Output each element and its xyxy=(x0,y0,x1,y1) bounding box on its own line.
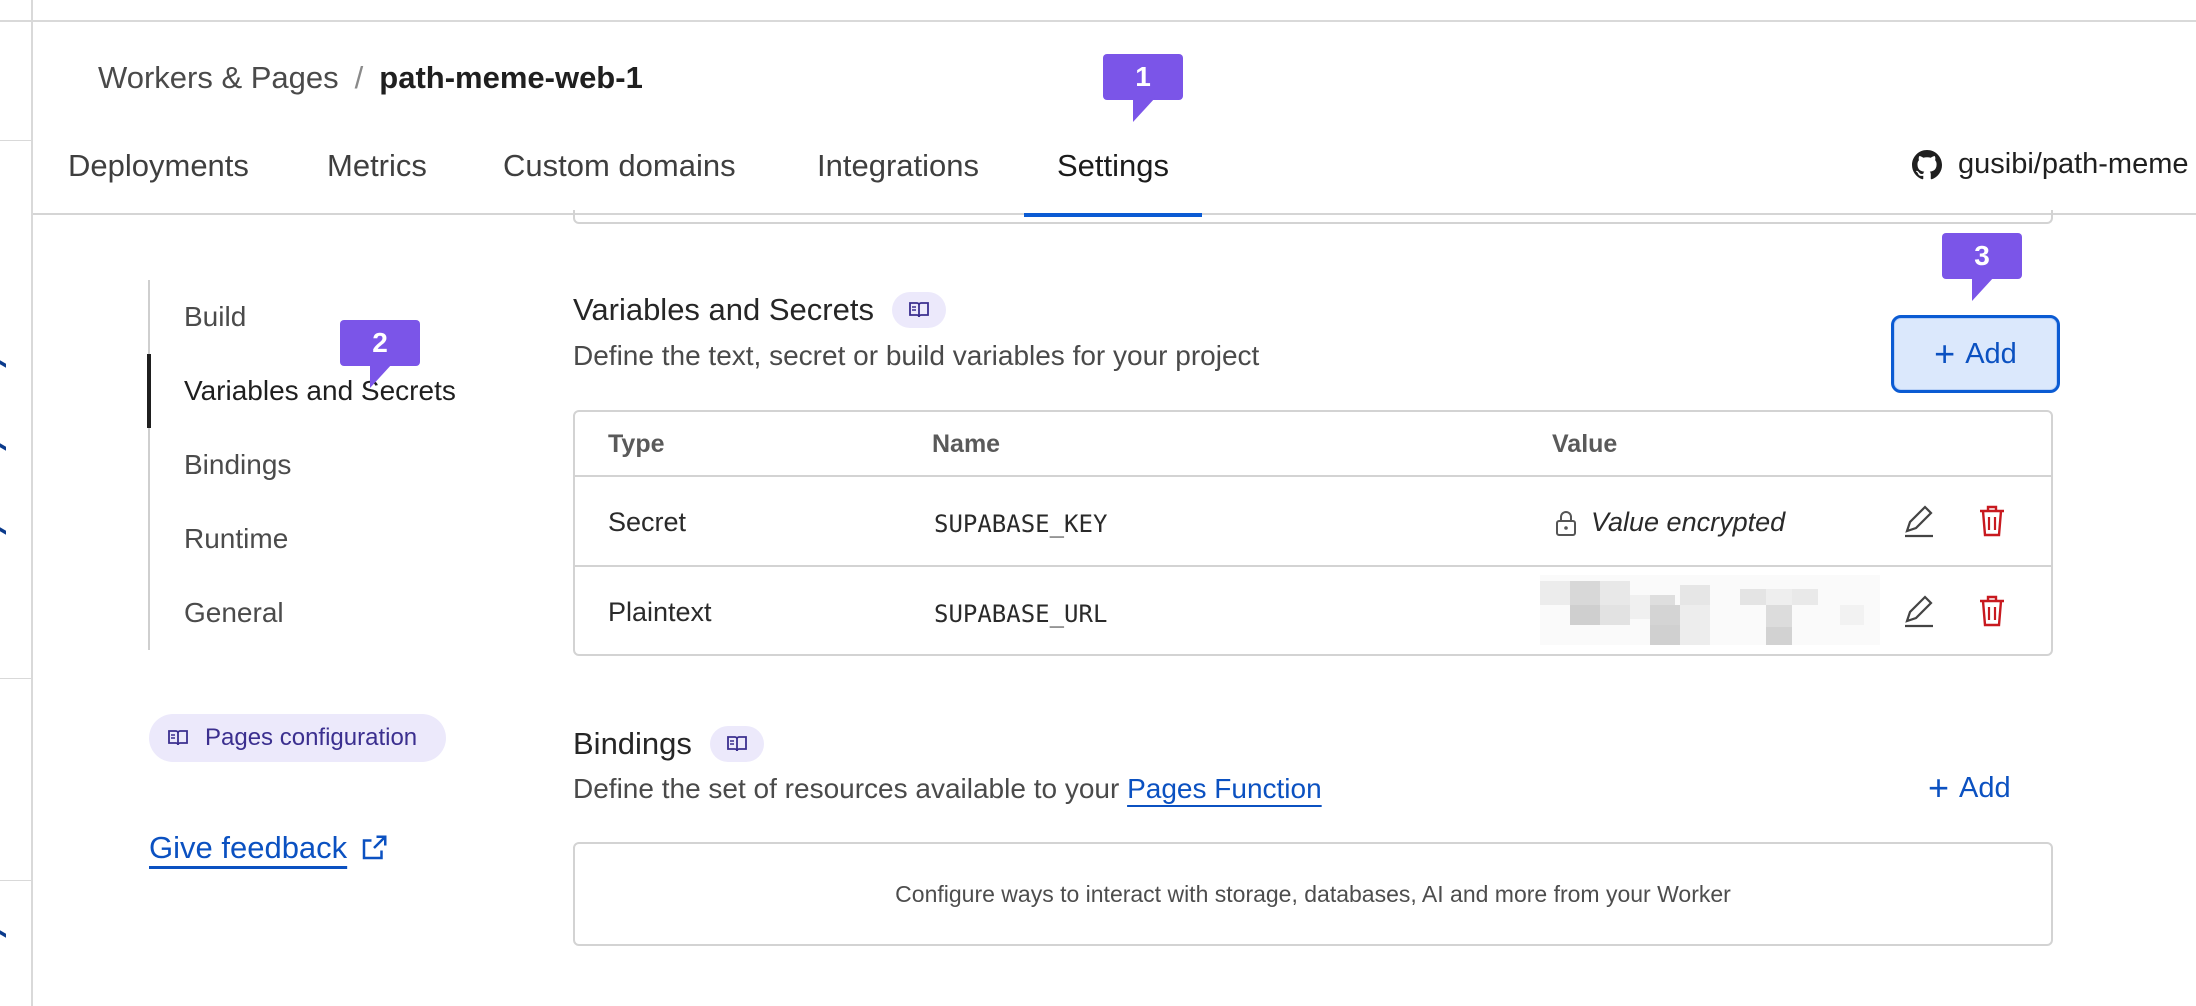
add-binding-button[interactable]: + Add xyxy=(1928,770,2011,806)
rail-nav-icon[interactable] xyxy=(0,527,6,535)
bindings-section-title: Bindings xyxy=(573,726,692,761)
external-link-icon xyxy=(362,835,387,860)
left-rail xyxy=(0,0,33,1006)
previous-section-card xyxy=(573,210,2053,224)
table-header: Type Name Value xyxy=(575,412,2051,477)
rail-nav-icon[interactable] xyxy=(0,443,6,451)
variables-section-title: Variables and Secrets xyxy=(573,292,874,327)
plus-icon: + xyxy=(1928,767,1950,808)
repo-link[interactable]: gusibi/path-meme xyxy=(1912,148,2189,181)
delete-icon[interactable] xyxy=(1977,593,2007,634)
breadcrumb-parent-link[interactable]: Workers & Pages xyxy=(98,60,339,96)
pages-configuration-label: Pages configuration xyxy=(205,724,418,751)
subnav-item-bindings[interactable]: Bindings xyxy=(184,449,291,481)
tab-bar: Deployments Metrics Custom domains Integ… xyxy=(33,140,2196,217)
add-variable-button[interactable]: + Add xyxy=(1891,315,2060,393)
bindings-docs-button[interactable] xyxy=(709,726,764,762)
bindings-empty-state: Configure ways to interact with storage,… xyxy=(573,842,2053,946)
tab-settings[interactable]: Settings xyxy=(1024,140,1202,217)
top-border xyxy=(0,20,2196,22)
plus-icon: + xyxy=(1934,333,1956,374)
page-title: path-meme-web-1 xyxy=(379,60,643,95)
column-header-name: Name xyxy=(932,430,1001,458)
subnav-item-build[interactable]: Build xyxy=(184,301,246,333)
bindings-section-description: Define the set of resources available to… xyxy=(573,773,1322,805)
tab-integrations[interactable]: Integrations xyxy=(817,140,979,215)
redacted-value xyxy=(1540,575,1880,645)
active-indicator xyxy=(147,354,151,428)
rail-nav-icon[interactable] xyxy=(0,930,6,938)
rail-divider xyxy=(0,140,33,141)
add-binding-label: Add xyxy=(1959,771,2011,804)
table-row: Plaintext SUPABASE_URL xyxy=(575,567,2051,657)
variable-type: Plaintext xyxy=(608,597,712,627)
add-variable-label: Add xyxy=(1965,337,2017,370)
github-icon xyxy=(1912,149,1942,179)
book-icon xyxy=(909,302,929,318)
delete-icon[interactable] xyxy=(1977,503,2007,544)
variable-name: SUPABASE_KEY xyxy=(934,510,1108,538)
bindings-empty-text: Configure ways to interact with storage,… xyxy=(895,880,1731,907)
tab-deployments[interactable]: Deployments xyxy=(68,140,249,215)
step-callout: 1 xyxy=(1103,54,1183,122)
variables-section-description: Define the text, secret or build variabl… xyxy=(573,340,1260,371)
bindings-description-text: Define the set of resources available to… xyxy=(573,773,1120,804)
subnav-item-variables-and-secrets[interactable]: Variables and Secrets xyxy=(184,375,456,407)
subnav-item-general[interactable]: General xyxy=(184,597,284,629)
give-feedback-link[interactable]: Give feedback xyxy=(149,830,389,866)
variable-value: Value encrypted xyxy=(1555,507,1785,538)
column-header-value: Value xyxy=(1552,430,1618,458)
rail-divider xyxy=(0,880,33,881)
variables-table: Type Name Value Secret SUPABASE_KEY Valu… xyxy=(573,410,2053,656)
subnav-item-runtime[interactable]: Runtime xyxy=(184,523,288,555)
tab-custom-domains[interactable]: Custom domains xyxy=(503,140,736,215)
edit-icon[interactable] xyxy=(1902,503,1936,544)
book-icon xyxy=(727,736,747,752)
breadcrumb-separator: / xyxy=(354,60,364,95)
table-row: Secret SUPABASE_KEY Value encrypted xyxy=(575,477,2051,567)
variable-type: Secret xyxy=(608,507,687,537)
give-feedback-label: Give feedback xyxy=(149,830,348,865)
repo-name: gusibi/path-meme xyxy=(1958,148,2189,180)
book-icon xyxy=(168,730,188,746)
rail-divider xyxy=(0,678,33,679)
variable-name: SUPABASE_URL xyxy=(934,600,1108,628)
rail-nav-icon[interactable] xyxy=(0,360,6,368)
pages-function-link[interactable]: Pages Function xyxy=(1127,773,1322,804)
tab-metrics[interactable]: Metrics xyxy=(327,140,427,215)
column-header-type: Type xyxy=(608,430,665,458)
step-callout: 2 xyxy=(340,320,420,388)
step-callout: 3 xyxy=(1942,233,2022,301)
edit-icon[interactable] xyxy=(1902,593,1936,634)
breadcrumb: Workers & Pages / path-meme-web-1 xyxy=(98,58,643,98)
variables-docs-button[interactable] xyxy=(891,292,946,328)
pages-configuration-button[interactable]: Pages configuration xyxy=(149,714,446,762)
value-encrypted-label: Value encrypted xyxy=(1591,507,1786,537)
variables-section-header: Variables and Secrets xyxy=(573,292,946,328)
bindings-section-header: Bindings xyxy=(573,726,764,762)
lock-icon xyxy=(1556,510,1576,536)
